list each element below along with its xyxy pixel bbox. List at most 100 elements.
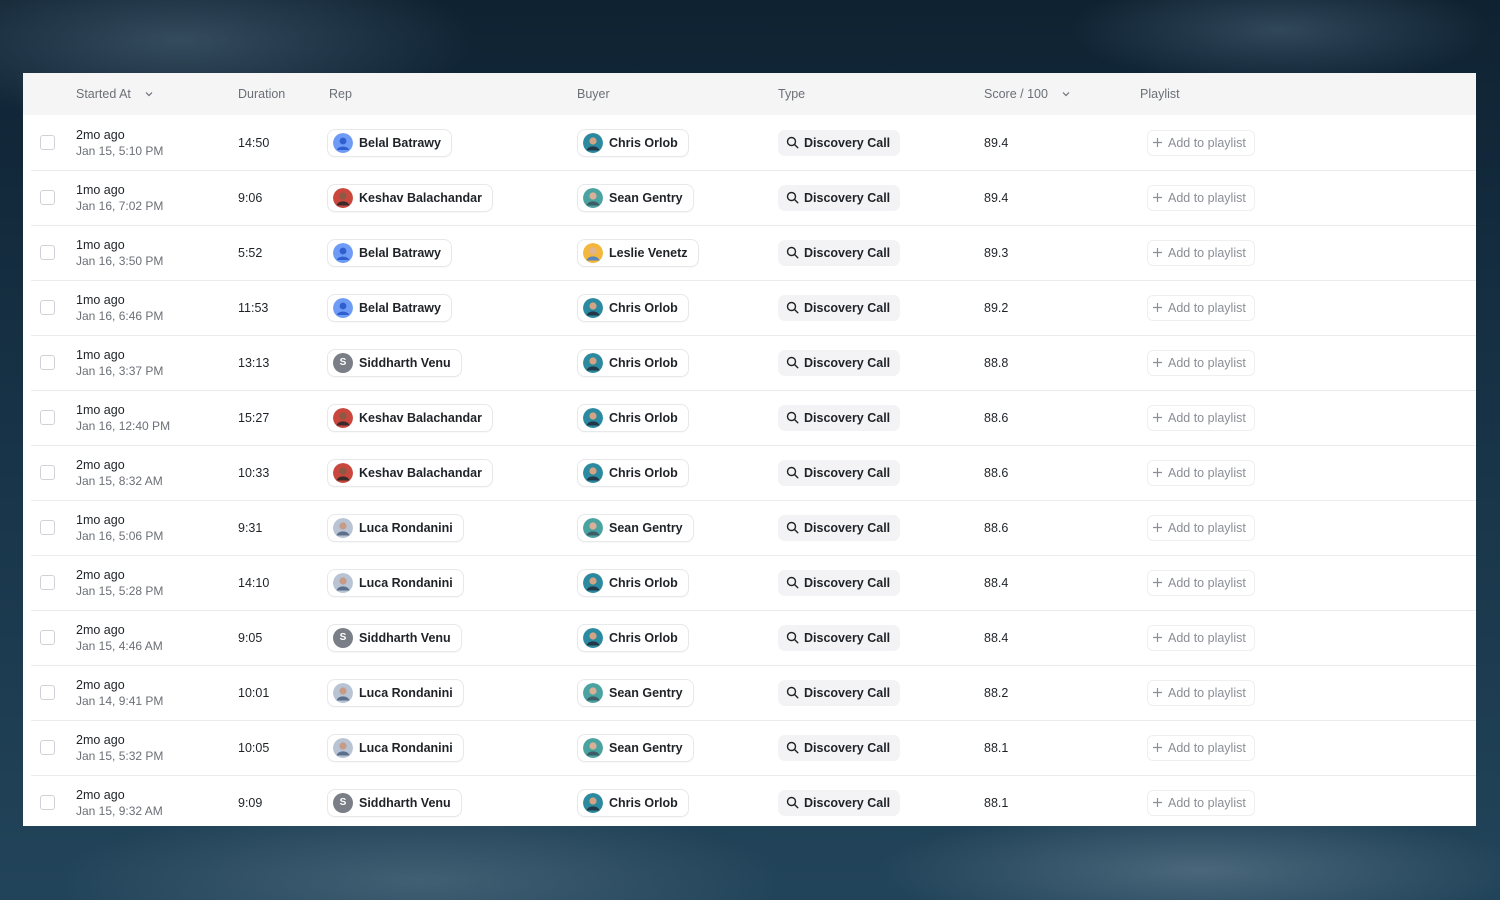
type-badge[interactable]: Discovery Call: [778, 679, 901, 706]
rep-chip[interactable]: Belal Batrawy: [327, 238, 452, 267]
row-checkbox[interactable]: [40, 190, 55, 205]
buyer-chip[interactable]: Sean Gentry: [577, 733, 694, 762]
add-to-playlist-button[interactable]: Add to playlist: [1147, 294, 1255, 321]
row-checkbox-cell: [40, 170, 55, 225]
rep-chip[interactable]: S Siddharth Venu: [327, 788, 462, 817]
rep-avatar: [333, 297, 353, 318]
search-icon: [786, 686, 799, 699]
duration-cell: 10:05: [238, 720, 269, 775]
column-score[interactable]: Score / 100: [984, 73, 1070, 115]
rep-chip[interactable]: Keshav Balachandar: [327, 403, 493, 432]
type-badge[interactable]: Discovery Call: [778, 734, 901, 761]
duration-value: 10:01: [238, 685, 270, 700]
type-badge[interactable]: Discovery Call: [778, 624, 901, 651]
search-icon: [786, 356, 799, 369]
buyer-chip[interactable]: Chris Orlob: [577, 623, 689, 652]
type-badge[interactable]: Discovery Call: [778, 569, 901, 596]
buyer-chip[interactable]: Chris Orlob: [577, 293, 689, 322]
rep-chip[interactable]: Keshav Balachandar: [327, 183, 493, 212]
add-to-playlist-button[interactable]: Add to playlist: [1147, 349, 1255, 376]
row-checkbox[interactable]: [40, 355, 55, 370]
buyer-chip[interactable]: Chris Orlob: [577, 403, 689, 432]
type-badge[interactable]: Discovery Call: [778, 349, 901, 376]
type-badge[interactable]: Discovery Call: [778, 129, 901, 156]
add-to-playlist-button[interactable]: Add to playlist: [1147, 184, 1255, 211]
row-checkbox[interactable]: [40, 410, 55, 425]
table-row[interactable]: 2mo ago Jan 15, 9:32 AM 9:09 S Siddharth…: [31, 775, 1476, 826]
add-to-playlist-button[interactable]: Add to playlist: [1147, 624, 1255, 651]
table-row[interactable]: 2mo ago Jan 15, 8:32 AM 10:33 Keshav Bal…: [31, 445, 1476, 501]
row-checkbox[interactable]: [40, 135, 55, 150]
buyer-name: Chris Orlob: [609, 355, 678, 370]
started-at-cell: 2mo ago Jan 15, 5:10 PM: [76, 115, 163, 170]
type-badge[interactable]: Discovery Call: [778, 789, 901, 816]
table-row[interactable]: 1mo ago Jan 16, 7:02 PM 9:06 Keshav Bala…: [31, 170, 1476, 226]
duration-cell: 11:53: [238, 280, 268, 335]
type-badge[interactable]: Discovery Call: [778, 184, 901, 211]
table-row[interactable]: 1mo ago Jan 16, 3:37 PM 13:13 S Siddhart…: [31, 335, 1476, 391]
row-checkbox[interactable]: [40, 795, 55, 810]
type-badge[interactable]: Discovery Call: [778, 294, 901, 321]
add-to-playlist-button[interactable]: Add to playlist: [1147, 734, 1255, 761]
buyer-chip[interactable]: Chris Orlob: [577, 788, 689, 817]
type-badge[interactable]: Discovery Call: [778, 459, 901, 486]
chevron-down-icon[interactable]: [1062, 90, 1070, 98]
buyer-chip[interactable]: Chris Orlob: [577, 458, 689, 487]
row-checkbox[interactable]: [40, 465, 55, 480]
table-row[interactable]: 1mo ago Jan 16, 12:40 PM 15:27 Keshav Ba…: [31, 390, 1476, 446]
search-icon: [786, 796, 799, 809]
table-row[interactable]: 1mo ago Jan 16, 3:50 PM 5:52 Belal Batra…: [31, 225, 1476, 281]
rep-chip[interactable]: S Siddharth Venu: [327, 623, 462, 652]
row-checkbox[interactable]: [40, 300, 55, 315]
add-to-playlist-button[interactable]: Add to playlist: [1147, 459, 1255, 486]
row-checkbox-cell: [40, 720, 55, 775]
buyer-chip[interactable]: Sean Gentry: [577, 183, 694, 212]
rep-chip[interactable]: Luca Rondanini: [327, 678, 464, 707]
rep-chip[interactable]: Luca Rondanini: [327, 513, 464, 542]
playlist-cell: Add to playlist: [1147, 390, 1255, 445]
playlist-cell: Add to playlist: [1147, 280, 1255, 335]
started-at-cell: 1mo ago Jan 16, 12:40 PM: [76, 390, 170, 445]
table-row[interactable]: 2mo ago Jan 15, 5:32 PM 10:05 Luca Ronda…: [31, 720, 1476, 776]
table-row[interactable]: 2mo ago Jan 15, 5:28 PM 14:10 Luca Ronda…: [31, 555, 1476, 611]
score-value: 89.3: [984, 245, 1009, 260]
add-to-playlist-button[interactable]: Add to playlist: [1147, 789, 1255, 816]
table-row[interactable]: 2mo ago Jan 14, 9:41 PM 10:01 Luca Ronda…: [31, 665, 1476, 721]
table-row[interactable]: 2mo ago Jan 15, 5:10 PM 14:50 Belal Batr…: [31, 115, 1476, 171]
row-checkbox[interactable]: [40, 520, 55, 535]
add-to-playlist-button[interactable]: Add to playlist: [1147, 129, 1255, 156]
type-badge[interactable]: Discovery Call: [778, 514, 901, 541]
buyer-chip[interactable]: Sean Gentry: [577, 513, 694, 542]
rep-chip[interactable]: Keshav Balachandar: [327, 458, 493, 487]
buyer-chip[interactable]: Chris Orlob: [577, 348, 689, 377]
row-checkbox[interactable]: [40, 245, 55, 260]
row-checkbox[interactable]: [40, 630, 55, 645]
buyer-chip[interactable]: Sean Gentry: [577, 678, 694, 707]
type-badge[interactable]: Discovery Call: [778, 239, 901, 266]
buyer-chip[interactable]: Chris Orlob: [577, 568, 689, 597]
table-row[interactable]: 2mo ago Jan 15, 4:46 AM 9:05 S Siddharth…: [31, 610, 1476, 666]
buyer-avatar: [583, 737, 603, 758]
row-checkbox[interactable]: [40, 740, 55, 755]
add-to-playlist-button[interactable]: Add to playlist: [1147, 679, 1255, 706]
column-started-at[interactable]: Started At: [76, 73, 153, 115]
rep-chip[interactable]: Luca Rondanini: [327, 568, 464, 597]
rep-chip[interactable]: Belal Batrawy: [327, 293, 452, 322]
type-badge[interactable]: Discovery Call: [778, 404, 901, 431]
chevron-down-icon[interactable]: [145, 90, 153, 98]
buyer-chip[interactable]: Chris Orlob: [577, 128, 689, 157]
buyer-chip[interactable]: Leslie Venetz: [577, 238, 699, 267]
rep-chip[interactable]: Belal Batrawy: [327, 128, 452, 157]
add-to-playlist-button[interactable]: Add to playlist: [1147, 404, 1255, 431]
rep-chip[interactable]: S Siddharth Venu: [327, 348, 462, 377]
row-checkbox[interactable]: [40, 685, 55, 700]
rep-avatar: [333, 242, 353, 263]
table-row[interactable]: 1mo ago Jan 16, 5:06 PM 9:31 Luca Rondan…: [31, 500, 1476, 556]
rep-name: Belal Batrawy: [359, 135, 441, 150]
rep-chip[interactable]: Luca Rondanini: [327, 733, 464, 762]
add-to-playlist-button[interactable]: Add to playlist: [1147, 514, 1255, 541]
row-checkbox[interactable]: [40, 575, 55, 590]
add-to-playlist-button[interactable]: Add to playlist: [1147, 239, 1255, 266]
add-to-playlist-button[interactable]: Add to playlist: [1147, 569, 1255, 596]
table-row[interactable]: 1mo ago Jan 16, 6:46 PM 11:53 Belal Batr…: [31, 280, 1476, 336]
